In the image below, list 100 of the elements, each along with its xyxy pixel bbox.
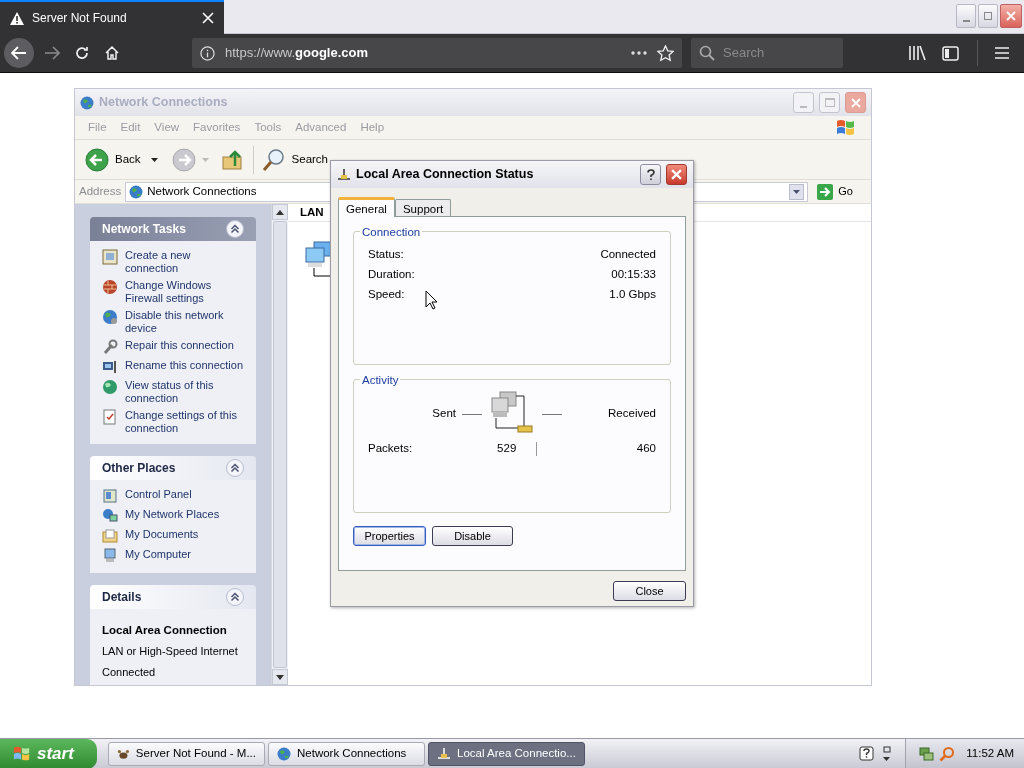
- panel-link[interactable]: Change settings of this connection: [125, 409, 244, 435]
- close-icon: [850, 97, 861, 108]
- sidebar-icon[interactable]: [942, 45, 959, 61]
- warning-icon: [10, 11, 24, 25]
- back-button[interactable]: [4, 38, 34, 68]
- back-label[interactable]: Back: [115, 150, 141, 169]
- taskbar-button[interactable]: Local Area Connectio...: [428, 741, 585, 766]
- panel-link[interactable]: Rename this connection: [125, 359, 244, 372]
- field-value: 1.0 Gbps: [609, 287, 656, 300]
- help-icon[interactable]: [859, 746, 875, 761]
- panel-link[interactable]: Create a new connection: [125, 249, 244, 275]
- network-tray-icon[interactable]: [918, 745, 935, 762]
- browser-tab[interactable]: Server Not Found: [0, 0, 224, 34]
- dialog-title: Local Area Connection Status: [356, 166, 535, 184]
- packets-label: Packets:: [368, 441, 413, 457]
- field-value: 00:15:33: [611, 267, 656, 280]
- document-check-icon: [102, 409, 118, 425]
- folder-documents-icon: [102, 528, 118, 544]
- back-arrow-icon: [11, 46, 27, 60]
- restore-button[interactable]: [978, 4, 998, 28]
- magnifier-icon[interactable]: [939, 745, 956, 762]
- network-globe-icon: [80, 95, 94, 110]
- windows-logo-icon: [835, 117, 857, 138]
- scroll-thumb[interactable]: [273, 221, 287, 668]
- field-label: Speed:: [368, 287, 405, 300]
- column-header: LAN: [300, 204, 324, 220]
- window-title: Network Connections: [99, 94, 229, 112]
- star-icon[interactable]: [657, 44, 674, 62]
- library-icon[interactable]: [908, 45, 926, 61]
- help-button[interactable]: [640, 164, 661, 185]
- scroll-down-button[interactable]: [272, 669, 288, 685]
- field-label: Duration:: [368, 267, 415, 280]
- panel-link[interactable]: Control Panel: [125, 488, 244, 501]
- dialog-tab[interactable]: Support: [394, 199, 452, 216]
- home-icon[interactable]: [104, 45, 120, 61]
- close-icon: [1006, 11, 1016, 21]
- windows-logo-icon: [12, 744, 32, 763]
- dropdown-button[interactable]: [789, 183, 805, 200]
- scrollbar[interactable]: [271, 204, 288, 685]
- close-button[interactable]: Close: [613, 581, 686, 601]
- panel-title[interactable]: Details: [102, 588, 142, 606]
- search-input[interactable]: Search: [723, 43, 823, 63]
- panel-link[interactable]: My Computer: [125, 548, 244, 561]
- close-icon: [671, 169, 682, 180]
- sent-label: Sent: [432, 406, 456, 422]
- globe-icon: [277, 746, 291, 761]
- more-icon[interactable]: [631, 51, 647, 55]
- url-field[interactable]: https://www.google.com: [192, 38, 682, 68]
- address-text: Network Connections: [147, 183, 258, 199]
- reload-icon[interactable]: [74, 45, 90, 61]
- address-label: Address: [79, 183, 122, 199]
- network-computers-icon: [102, 508, 118, 524]
- tab-title: Server Not Found: [32, 10, 128, 27]
- monitor-icon: [102, 359, 118, 375]
- control-panel-icon: [102, 488, 118, 504]
- restore-caret-icon[interactable]: [882, 745, 892, 762]
- panel-link[interactable]: My Network Places: [125, 508, 244, 521]
- go-label[interactable]: Go: [838, 183, 853, 200]
- brick-wall-icon: [102, 279, 118, 295]
- wrench-icon: [102, 339, 118, 355]
- close-button[interactable]: [666, 164, 687, 185]
- info-icon: [200, 45, 215, 61]
- packets-received: 460: [636, 441, 656, 457]
- caret-icon[interactable]: [150, 157, 158, 162]
- caret-up-icon: [276, 209, 284, 215]
- panel-link[interactable]: Repair this connection: [125, 339, 244, 352]
- close-icon[interactable]: [202, 12, 214, 24]
- minimize-button[interactable]: [956, 4, 976, 28]
- globe-icon: [102, 309, 118, 325]
- forward-arrow-icon[interactable]: [44, 46, 60, 60]
- globe-icon: [102, 379, 118, 395]
- mouse-pointer-icon: [425, 290, 438, 310]
- search-field[interactable]: Search: [691, 38, 843, 68]
- taskbar-button[interactable]: Server Not Found - M...: [108, 741, 265, 766]
- menu-icon[interactable]: [994, 46, 1010, 60]
- panel-link[interactable]: My Documents: [125, 528, 244, 541]
- computer-icon: [102, 548, 118, 564]
- clock: 11:52 AM: [966, 745, 1014, 761]
- panel-link[interactable]: View status of this connection: [125, 379, 244, 405]
- field-label: Status:: [368, 247, 404, 260]
- dialog-button[interactable]: Properties: [353, 526, 426, 546]
- network-plug-icon: [337, 168, 351, 181]
- taskbar-button[interactable]: Network Connections: [268, 741, 425, 766]
- collapse-icon[interactable]: [226, 459, 244, 477]
- network-plug-icon: [437, 747, 451, 760]
- panel-link[interactable]: Change Windows Firewall settings: [125, 279, 244, 305]
- panel-link[interactable]: Disable this network device: [125, 309, 244, 335]
- search-label[interactable]: Search: [291, 150, 328, 169]
- panel-title[interactable]: Network Tasks: [102, 220, 186, 238]
- panel-title[interactable]: Other Places: [102, 459, 176, 477]
- collapse-icon[interactable]: [226, 588, 244, 606]
- scroll-up-button[interactable]: [272, 204, 288, 220]
- wizard-icon: [102, 249, 118, 265]
- search-icon[interactable]: [261, 147, 286, 172]
- field-value: Connected: [600, 247, 656, 260]
- close-button[interactable]: [1000, 4, 1022, 28]
- dialog-tab[interactable]: General: [338, 197, 395, 217]
- collapse-icon[interactable]: [226, 220, 244, 238]
- dialog-button[interactable]: Disable: [432, 526, 513, 546]
- caret-down-icon: [276, 674, 284, 680]
